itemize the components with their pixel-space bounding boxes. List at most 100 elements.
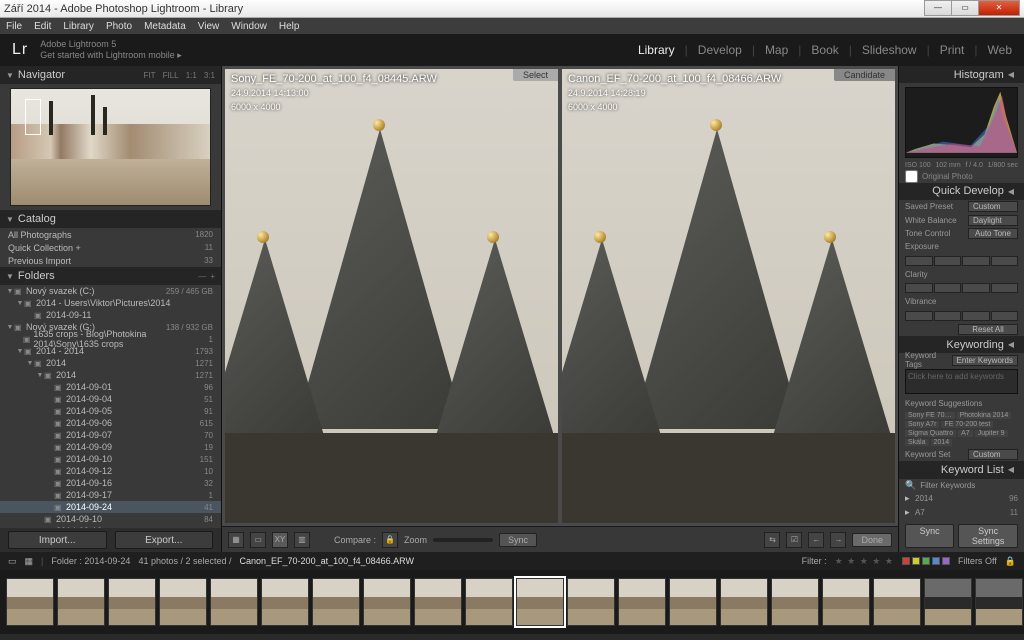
- export-button[interactable]: Export...: [115, 531, 214, 549]
- filmstrip-thumb[interactable]: [414, 578, 462, 626]
- sync-button[interactable]: Sync: [905, 524, 954, 548]
- folders-header[interactable]: ▼ Folders — +: [0, 267, 221, 285]
- keyword-suggestion[interactable]: A7: [958, 430, 973, 437]
- color-label[interactable]: [942, 557, 950, 565]
- keyword-set-select[interactable]: Custom: [968, 449, 1018, 460]
- filmstrip-thumb[interactable]: [6, 578, 54, 626]
- filmstrip-thumb[interactable]: [975, 578, 1023, 626]
- keyword-suggestion[interactable]: Sony FE 70…: [905, 412, 955, 419]
- folder-item[interactable]: ▣1635 crops - Blog\Photokina 2014\Sony\1…: [0, 333, 221, 345]
- catalog-item[interactable]: Previous Import33: [0, 254, 221, 267]
- compare-view-icon[interactable]: XY: [272, 532, 288, 548]
- filmstrip-thumb[interactable]: [771, 578, 819, 626]
- color-label[interactable]: [902, 557, 910, 565]
- grid-icon[interactable]: ▦: [25, 556, 34, 567]
- filmstrip-thumb[interactable]: [924, 578, 972, 626]
- menu-view[interactable]: View: [198, 21, 220, 32]
- secondary-display-icon[interactable]: ▭: [8, 556, 17, 567]
- maximize-button[interactable]: ▭: [951, 0, 979, 16]
- make-select-icon[interactable]: ☑: [786, 532, 802, 548]
- resetall-button[interactable]: Reset All: [958, 324, 1018, 335]
- filter-lock-icon[interactable]: 🔒: [1005, 556, 1016, 567]
- navigator-header[interactable]: ▼ Navigator FIT FILL 1:1 3:1: [0, 66, 221, 84]
- rating-filter[interactable]: ★ ★ ★ ★ ★: [835, 556, 894, 567]
- filmstrip-thumb[interactable]: [261, 578, 309, 626]
- sync-settings-button[interactable]: Sync Settings: [958, 524, 1018, 548]
- keyword-suggestion[interactable]: 2014: [931, 439, 953, 446]
- filmstrip-thumb[interactable]: [720, 578, 768, 626]
- folder-item[interactable]: ▣2014-09-06615: [0, 417, 221, 429]
- done-button[interactable]: Done: [852, 533, 892, 547]
- filmstrip-thumb[interactable]: [312, 578, 360, 626]
- menu-edit[interactable]: Edit: [34, 21, 51, 32]
- filmstrip-thumb[interactable]: [822, 578, 870, 626]
- filmstrip-thumb[interactable]: [669, 578, 717, 626]
- keyword-tags-select[interactable]: Enter Keywords: [952, 355, 1018, 366]
- folder-item[interactable]: ▼▣Nový svazek (C:)259 / 465 GB: [0, 285, 221, 297]
- filmstrip-thumb[interactable]: [210, 578, 258, 626]
- folder-item[interactable]: ▣2014-09-2441: [0, 501, 221, 513]
- vibrance-buttons[interactable]: [899, 309, 1024, 323]
- loupe-view-icon[interactable]: ▭: [250, 532, 266, 548]
- color-label[interactable]: [912, 557, 920, 565]
- folder-item[interactable]: ▣2014-09-0196: [0, 381, 221, 393]
- sync-zoom-button[interactable]: Sync: [499, 533, 537, 547]
- folders-plus-icon[interactable]: +: [210, 272, 215, 281]
- swap-icon[interactable]: ⇆: [764, 532, 780, 548]
- folders-minus-icon[interactable]: —: [198, 272, 206, 281]
- histogram[interactable]: [905, 87, 1018, 158]
- color-label[interactable]: [922, 557, 930, 565]
- survey-view-icon[interactable]: ▥: [294, 532, 310, 548]
- folder-item[interactable]: ▼▣20141271: [0, 357, 221, 369]
- module-web[interactable]: Web: [988, 43, 1012, 57]
- nav-mode-FILL[interactable]: FILL: [163, 71, 179, 80]
- whitebalance-select[interactable]: Daylight: [968, 215, 1018, 226]
- keyword-suggestion[interactable]: Sony A7r: [905, 421, 939, 428]
- exposure-buttons[interactable]: [899, 254, 1024, 268]
- grid-view-icon[interactable]: ▦: [228, 532, 244, 548]
- nav-mode-FIT[interactable]: FIT: [144, 71, 156, 80]
- candidate-image[interactable]: Candidate Canon_EF_70-200_at_100_f4_0846…: [562, 69, 895, 523]
- filmstrip-thumb[interactable]: [567, 578, 615, 626]
- keywordlist-header[interactable]: Keyword List◀: [899, 461, 1024, 478]
- keyword-input[interactable]: Click here to add keywords: [905, 369, 1018, 394]
- folder-item[interactable]: ▣2014-09-0451: [0, 393, 221, 405]
- menu-photo[interactable]: Photo: [106, 21, 132, 32]
- close-button[interactable]: ✕: [978, 0, 1020, 16]
- catalog-item[interactable]: All Photographs1820: [0, 228, 221, 241]
- menu-library[interactable]: Library: [63, 21, 94, 32]
- folder-item[interactable]: ▼▣20141271: [0, 369, 221, 381]
- preset-select[interactable]: Custom: [968, 201, 1018, 212]
- filters-off-button[interactable]: Filters Off: [958, 556, 997, 566]
- filmstrip-thumb[interactable]: [108, 578, 156, 626]
- menu-window[interactable]: Window: [231, 21, 267, 32]
- next-icon[interactable]: →: [830, 532, 846, 548]
- color-label[interactable]: [932, 557, 940, 565]
- zoom-slider[interactable]: [433, 538, 493, 542]
- clarity-buttons[interactable]: [899, 281, 1024, 295]
- filmstrip[interactable]: [0, 570, 1024, 634]
- filmstrip-thumb[interactable]: [516, 578, 564, 626]
- module-library[interactable]: Library: [638, 43, 675, 57]
- folder-item[interactable]: ▣2014-09-1084: [0, 513, 221, 525]
- quickdev-header[interactable]: Quick Develop◀: [899, 183, 1024, 200]
- navigator-modes[interactable]: FIT FILL 1:1 3:1: [140, 69, 215, 81]
- nav-mode-1:1[interactable]: 1:1: [186, 71, 197, 80]
- folder-item[interactable]: ▣2014-09-0919: [0, 441, 221, 453]
- folder-item[interactable]: ▣2014-09-0591: [0, 405, 221, 417]
- color-label-filter[interactable]: [902, 557, 950, 565]
- module-develop[interactable]: Develop: [698, 43, 742, 57]
- folder-item[interactable]: ▣2014-09-11: [0, 309, 221, 321]
- module-map[interactable]: Map: [765, 43, 788, 57]
- lock-icon[interactable]: 🔒: [382, 532, 398, 548]
- prev-icon[interactable]: ←: [808, 532, 824, 548]
- catalog-header[interactable]: ▼ Catalog: [0, 210, 221, 228]
- import-button[interactable]: Import...: [8, 531, 107, 549]
- keyword-suggestion[interactable]: FE 70-200 test: [941, 421, 993, 428]
- folder-item[interactable]: ▣2014-09-1632: [0, 477, 221, 489]
- histogram-header[interactable]: Histogram◀: [899, 66, 1024, 83]
- menu-help[interactable]: Help: [279, 21, 300, 32]
- filter-keywords-input[interactable]: Filter Keywords: [920, 481, 1018, 490]
- keyword-list-item[interactable]: ▸A711: [899, 506, 1024, 520]
- menu-metadata[interactable]: Metadata: [144, 21, 186, 32]
